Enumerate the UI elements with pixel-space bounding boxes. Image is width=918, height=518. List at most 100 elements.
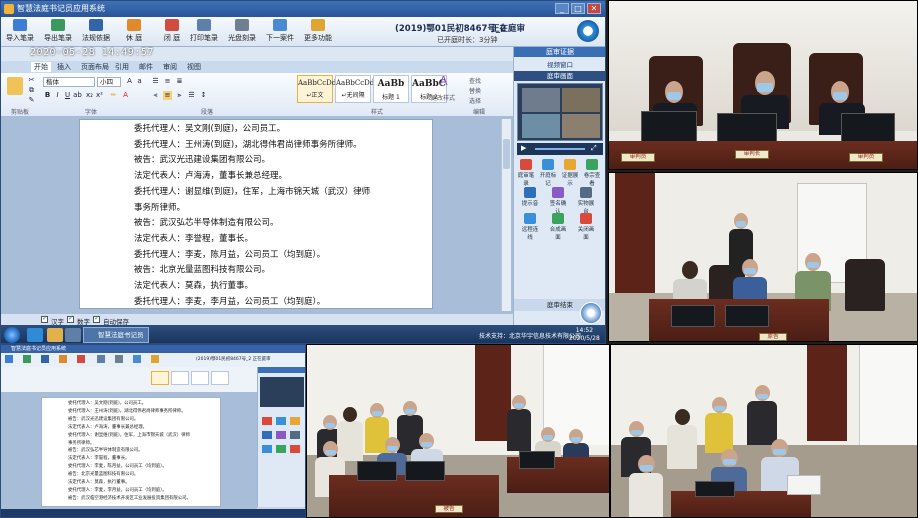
document-page[interactable]: 委托代理人：吴文刚(到庭)，公司员工。 委托代理人：王州涛(到庭)，湖北得伟君尚律…	[79, 119, 433, 309]
record-line[interactable]: 委托代理人：谢显维(到庭)，住军，上海市锦天城（武汉）律师	[134, 185, 430, 201]
maximize-button[interactable]: □	[571, 3, 585, 14]
side-btn-sound[interactable]: 提示音	[520, 187, 540, 207]
change-styles-icon[interactable]: A	[439, 75, 448, 87]
align-left-icon[interactable]: ⫷	[151, 91, 160, 100]
button-label: 打印笔录	[190, 34, 218, 42]
select-button[interactable]: 选择	[469, 96, 481, 105]
record-line[interactable]: 法定代表人：莫森，执行董事。	[134, 279, 430, 295]
record-line[interactable]: 委托代理人：吴文刚(到庭)，公司员工。	[134, 122, 430, 138]
record-line[interactable]: 法定代表人：卢海涛，董事长兼总经理。	[134, 169, 430, 185]
cut-icon[interactable]: ✂	[27, 76, 36, 85]
print-record-button[interactable]: 打印笔录	[187, 19, 221, 45]
side-btn-close-picture[interactable]: 关闭画面	[576, 213, 596, 241]
record-line[interactable]: 法定代表人：李誉程，董事长。	[134, 232, 430, 248]
btn-label: 提示音	[521, 201, 539, 207]
folder-icon[interactable]	[47, 328, 63, 342]
record-line[interactable]: 事务所律师。	[134, 201, 430, 217]
speaker-icon	[262, 431, 272, 439]
law-reference-button[interactable]: 法规依据	[79, 19, 113, 45]
subscript-icon[interactable]: x₂	[85, 91, 94, 100]
preview-tile	[562, 114, 600, 138]
replace-button[interactable]: 替换	[469, 86, 481, 95]
record-icon	[520, 159, 532, 170]
disc-burn-button[interactable]: 光盘刻录	[225, 19, 259, 45]
shrink-font-icon[interactable]: a	[135, 77, 144, 86]
side-btn-files[interactable]: 卷宗查看	[582, 159, 602, 187]
start-button[interactable]	[4, 327, 20, 343]
chinese-input-checkbox[interactable]	[41, 314, 48, 323]
justify-icon[interactable]: ☰	[187, 91, 196, 100]
find-button[interactable]: 查找	[469, 76, 481, 85]
record-line[interactable]: 委托代理人：李麦，李月益，公司员工（均到庭）。	[134, 295, 430, 308]
bullets-icon[interactable]: ☰	[151, 77, 160, 86]
style-no-spacing[interactable]: AaBbCcDd ↵无间隔	[335, 75, 374, 103]
record-text[interactable]: 委托代理人：吴文刚(到庭)，公司员工。 委托代理人：王州涛(到庭)，湖北得伟君尚律…	[134, 122, 430, 308]
side-btn-evidence[interactable]: 证据展示	[560, 159, 580, 187]
side-btn-sign[interactable]: 签名确认	[548, 187, 568, 215]
tab-view[interactable]: 视图	[187, 62, 201, 72]
close-button[interactable]: ✕	[587, 3, 601, 14]
btn-label: 关闭画面	[577, 227, 595, 241]
paste-icon[interactable]	[7, 77, 23, 95]
align-center-icon[interactable]: ≡	[163, 91, 172, 100]
vertical-scrollbar[interactable]	[501, 119, 511, 311]
style-normal[interactable]: AaBbCcDd ↵正文	[297, 75, 336, 103]
record-line[interactable]: 被告：武汉光迅建设集团有限公司。	[134, 153, 430, 169]
tab-review[interactable]: 审阅	[163, 62, 177, 72]
highlight-icon[interactable]: ✏	[109, 91, 118, 100]
video-timestamp: 2020-05-28 14:49:57	[30, 47, 154, 58]
side-btn-composite[interactable]: 合成画面	[548, 213, 568, 241]
numeric-checkbox[interactable]	[67, 314, 74, 323]
multilevel-list-icon[interactable]: ≣	[175, 77, 184, 86]
strikethrough-icon[interactable]: ab	[73, 91, 82, 100]
superscript-icon[interactable]: x²	[95, 91, 104, 100]
more-functions-button[interactable]: 更多功能	[301, 19, 335, 45]
minimize-button[interactable]: _	[555, 3, 569, 14]
recess-button[interactable]: 休 庭	[117, 19, 151, 45]
copy-icon[interactable]: ⧉	[27, 86, 36, 95]
tab-insert[interactable]: 插入	[57, 62, 71, 72]
close-court-button[interactable]: 闭 庭	[155, 19, 189, 45]
import-record-button[interactable]: 导入笔录	[3, 19, 37, 45]
format-painter-icon[interactable]: ✎	[27, 96, 36, 105]
tab-references[interactable]: 引用	[115, 62, 129, 72]
composite-icon	[276, 445, 286, 453]
numbering-icon[interactable]: ≡	[163, 77, 172, 86]
export-record-button[interactable]: 导出笔录	[41, 19, 75, 45]
video-preview[interactable]	[517, 83, 603, 141]
float-menu-button[interactable]	[580, 302, 602, 324]
underline-icon[interactable]: U	[63, 91, 72, 100]
side-btn-record[interactable]: 庭审笔录	[516, 159, 536, 187]
bold-icon[interactable]: B	[43, 91, 52, 100]
tab-home[interactable]: 开始	[31, 62, 51, 72]
record-line[interactable]: 被告：武汉弘芯半导体制造有限公司。	[134, 216, 430, 232]
scroll-thumb[interactable]	[503, 139, 510, 169]
tab-mailings[interactable]: 邮件	[139, 62, 153, 72]
side-btn-mark[interactable]: 开庭标记	[538, 159, 558, 187]
taskbar-app-button[interactable]: 智慧法庭书记员	[83, 327, 149, 343]
volume-slider[interactable]	[535, 148, 585, 150]
record-line[interactable]: 被告：北京光量蓝图科技有限公司。	[134, 263, 430, 279]
font-name-select[interactable]: 楷体	[43, 77, 95, 87]
side-btn-visualizer[interactable]: 实物展台	[576, 187, 596, 215]
ie-icon[interactable]	[27, 328, 43, 342]
chair	[845, 259, 885, 311]
media-icon[interactable]	[65, 328, 81, 342]
auto-save-checkbox[interactable]	[93, 314, 100, 323]
preview-tile	[562, 88, 600, 112]
side-btn-remote[interactable]: 远程连线	[520, 213, 540, 241]
next-case-button[interactable]: 下一案件	[263, 19, 297, 45]
record-line[interactable]: 委托代理人：李麦，陈月益，公司员工（均到庭）。	[134, 248, 430, 264]
font-color-icon[interactable]: A	[121, 91, 130, 100]
grow-font-icon[interactable]: A	[125, 77, 134, 86]
font-size-select[interactable]: 小四	[97, 77, 121, 87]
style-heading-1[interactable]: AaBb 标题 1	[373, 75, 409, 103]
play-icon[interactable]: ▶	[521, 144, 526, 152]
tab-page-layout[interactable]: 页面布局	[81, 62, 109, 72]
align-right-icon[interactable]: ⫸	[175, 91, 184, 100]
speaker-icon	[524, 187, 536, 198]
italic-icon[interactable]: I	[53, 91, 62, 100]
record-line[interactable]: 委托代理人：王州涛(到庭)，湖北得伟君尚律师事务所律师。	[134, 138, 430, 154]
fullscreen-icon[interactable]: ⤢	[591, 144, 597, 153]
line-spacing-icon[interactable]: ↕	[199, 91, 208, 100]
